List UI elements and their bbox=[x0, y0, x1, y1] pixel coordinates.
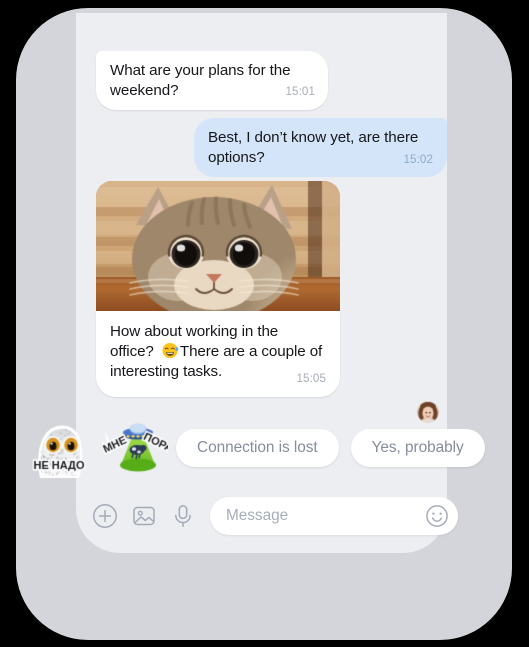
grinning-face-with-sweat-icon bbox=[162, 342, 179, 359]
message-timestamp: 15:05 bbox=[296, 369, 326, 389]
chat-screen: What are your plans for the weekend? 15:… bbox=[76, 13, 447, 553]
message-timestamp: 15:02 bbox=[403, 150, 433, 170]
owl-sticker[interactable] bbox=[26, 418, 92, 484]
sticker-suggestion-tray[interactable] bbox=[26, 413, 186, 489]
quick-reply-yes-probably[interactable]: Yes, probably bbox=[351, 429, 485, 467]
search-input message-input[interactable] bbox=[226, 497, 425, 535]
owl-sticker-image bbox=[26, 418, 92, 484]
quick-reply-connection-is-lost[interactable]: Connection is lost bbox=[176, 429, 339, 467]
message-bubble-incoming[interactable]: How about working in the office? There a… bbox=[96, 311, 340, 397]
message-photo-attachment[interactable] bbox=[96, 181, 340, 311]
cat-photo bbox=[96, 181, 340, 311]
avatar bbox=[417, 401, 439, 423]
emoji-smiley-icon[interactable] bbox=[425, 504, 449, 528]
message-input-field[interactable] bbox=[210, 497, 458, 535]
message-timestamp: 15:01 bbox=[285, 82, 315, 102]
message-text: Best, I don’t know yet, are there option… bbox=[208, 128, 434, 168]
read-receipt-avatar bbox=[417, 401, 439, 423]
microphone-icon[interactable] bbox=[170, 503, 196, 529]
message-text: What are your plans for the weekend? bbox=[110, 61, 315, 101]
device-frame: What are your plans for the weekend? 15:… bbox=[16, 8, 512, 640]
message-composer bbox=[76, 485, 447, 547]
quick-reply-bar[interactable]: Connection is lost Yes, probably bbox=[176, 429, 485, 467]
image-icon[interactable] bbox=[131, 503, 157, 529]
ufo-sticker[interactable] bbox=[102, 417, 168, 483]
message-text: How about working in the office? There a… bbox=[110, 322, 326, 386]
message-bubble-outgoing[interactable]: Best, I don’t know yet, are there option… bbox=[194, 118, 447, 177]
plus-circle-icon[interactable] bbox=[92, 503, 118, 529]
ufo-sticker-image bbox=[102, 417, 168, 483]
message-bubble-incoming[interactable]: What are your plans for the weekend? 15:… bbox=[96, 51, 328, 110]
